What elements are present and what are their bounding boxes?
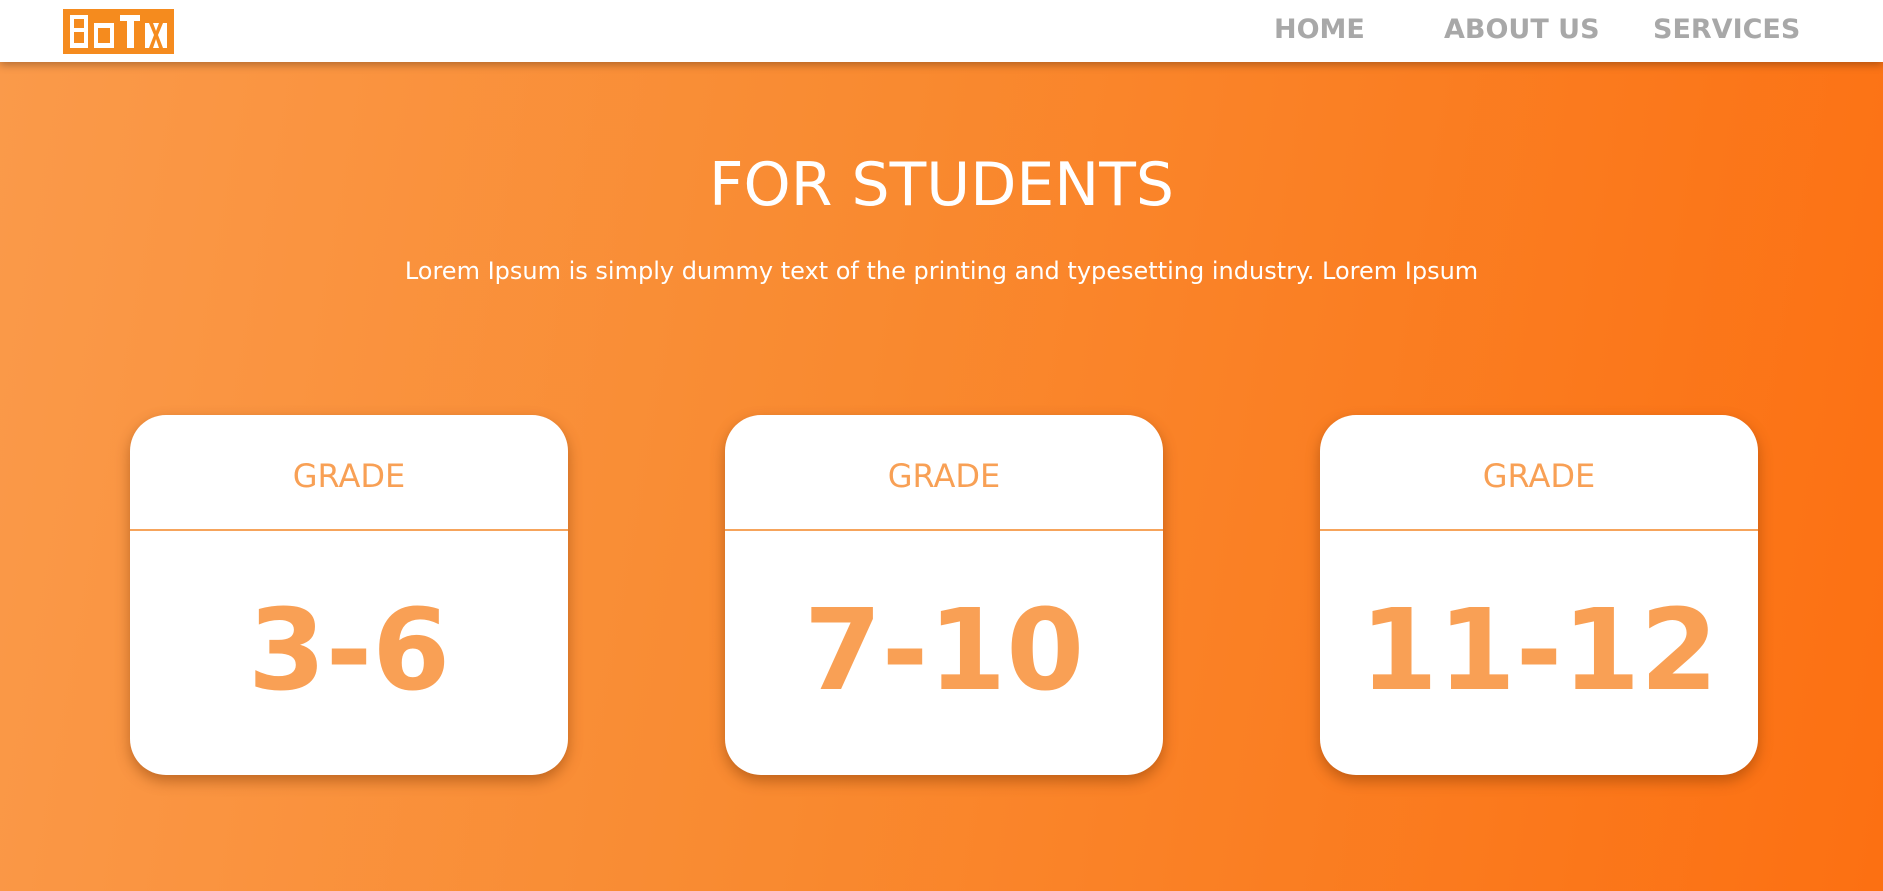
card-label: GRADE [292, 457, 406, 495]
card-header: GRADE [725, 415, 1163, 531]
card-grade-range: 7-10 [803, 586, 1085, 716]
card-header: GRADE [1320, 415, 1758, 531]
nav-home-link[interactable]: HOME [1274, 14, 1365, 45]
card-grade-range: 11-12 [1359, 586, 1719, 716]
hero-subtitle: Lorem Ipsum is simply dummy text of the … [404, 257, 1479, 285]
top-navbar: HOME ABOUT US SERVICES [0, 0, 1883, 62]
card-grade-range: 3-6 [247, 586, 451, 716]
card-header: GRADE [130, 415, 568, 531]
hero-title: FOR STUDENTS [709, 150, 1174, 220]
grade-card-11-12[interactable]: GRADE 11-12 [1320, 415, 1758, 775]
nav-services-link[interactable]: SERVICES [1653, 14, 1800, 45]
nav-about-us-link[interactable]: ABOUT US [1444, 14, 1600, 45]
grade-card-7-10[interactable]: GRADE 7-10 [725, 415, 1163, 775]
brand-logo[interactable] [63, 9, 174, 54]
card-label: GRADE [1482, 457, 1596, 495]
card-label: GRADE [887, 457, 1001, 495]
grade-card-3-6[interactable]: GRADE 3-6 [130, 415, 568, 775]
